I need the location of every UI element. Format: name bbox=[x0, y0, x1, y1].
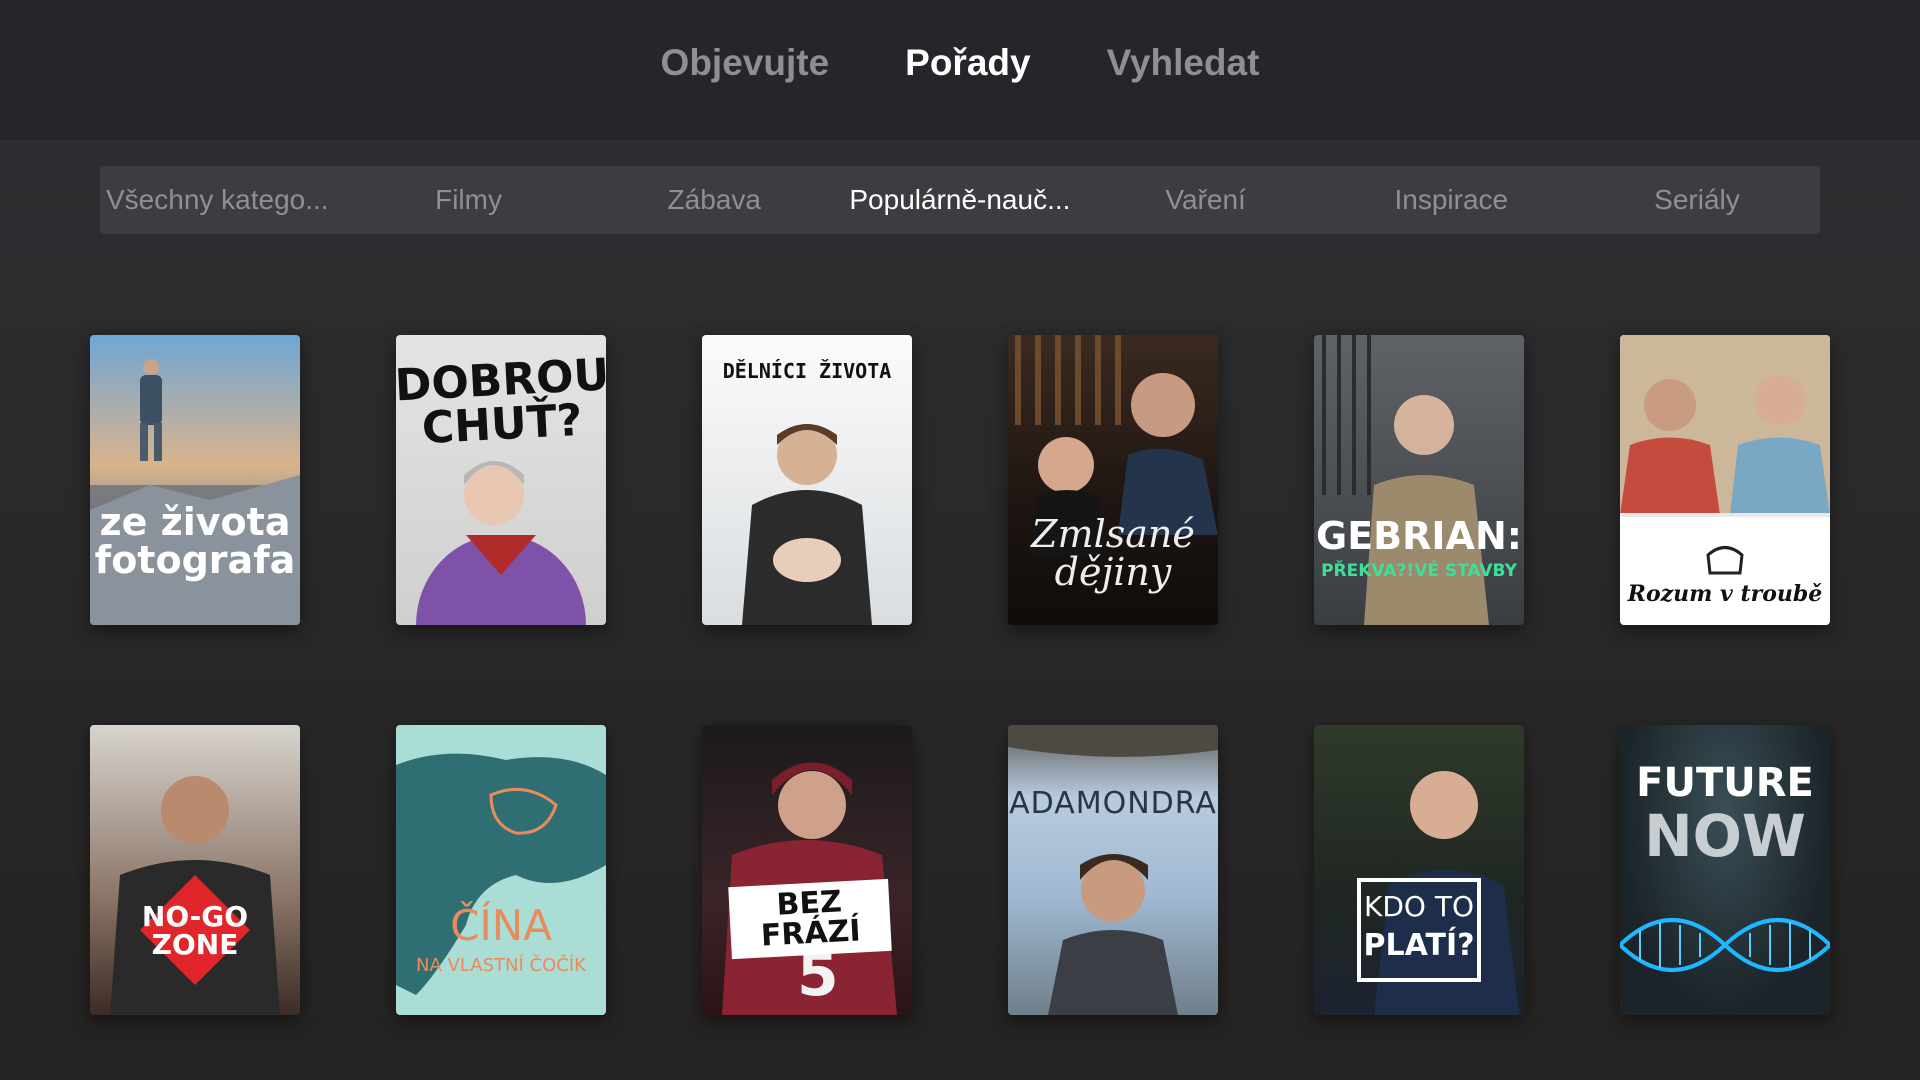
poster-title: ADAMONDRA bbox=[1009, 786, 1217, 821]
show-poster-future-now[interactable]: FUTURE NOW bbox=[1620, 725, 1830, 1015]
poster-title: Zmlsané dějiny bbox=[1031, 512, 1195, 594]
show-poster-gebrian[interactable]: GEBRIAN: PŘEKVA?!VÉ STAVBY bbox=[1314, 335, 1524, 625]
presenter-portrait-icon bbox=[1357, 771, 1519, 1015]
category-filmy[interactable]: Filmy bbox=[346, 184, 592, 216]
category-all[interactable]: Všechny katego... bbox=[100, 184, 346, 216]
show-poster-dobrou-chut[interactable]: DOBROU CHUŤ? bbox=[396, 335, 606, 625]
category-popularne-naucne[interactable]: Populárně-nauč... bbox=[837, 184, 1083, 216]
category-zabava[interactable]: Zábava bbox=[591, 184, 837, 216]
poster-title: BEZ FRÁZÍ bbox=[728, 878, 892, 960]
tab-porady[interactable]: Pořady bbox=[905, 42, 1030, 84]
category-serialy[interactable]: Seriály bbox=[1574, 184, 1820, 216]
architect-portrait-icon bbox=[1322, 335, 1489, 625]
category-bar: Všechny katego... Filmy Zábava Populárně… bbox=[100, 166, 1820, 234]
show-poster-ze-zivota-fotografa[interactable]: ze života fotografa bbox=[90, 335, 300, 625]
poster-title: DĚLNÍCI ŽIVOTA bbox=[722, 359, 892, 383]
poster-subtitle: PLATÍ? bbox=[1363, 928, 1475, 963]
poster-title: KDO TO bbox=[1363, 890, 1474, 923]
poster-title: ČÍNA bbox=[450, 901, 552, 950]
tab-objevujte[interactable]: Objevujte bbox=[661, 42, 830, 84]
poster-subtitle: NOW bbox=[1644, 802, 1806, 870]
poster-subtitle: NA VLASTNÍ ČOČÍK bbox=[416, 955, 586, 976]
category-inspirace[interactable]: Inspirace bbox=[1328, 184, 1574, 216]
show-poster-delnici-zivota[interactable]: DĚLNÍCI ŽIVOTA bbox=[702, 335, 912, 625]
poster-title: FUTURE bbox=[1636, 760, 1814, 806]
poster-subtitle: PŘEKVA?!VÉ STAVBY bbox=[1321, 561, 1517, 581]
climber-portrait-icon bbox=[1008, 725, 1218, 1015]
show-poster-no-go-zone[interactable]: NO-GO ZONE bbox=[90, 725, 300, 1015]
category-vareni[interactable]: Vaření bbox=[1083, 184, 1329, 216]
top-bar: Objevujte Pořady Vyhledat bbox=[0, 0, 1920, 140]
hockey-player-icon: 5 bbox=[722, 762, 897, 1015]
poster-title: GEBRIAN: bbox=[1316, 514, 1522, 558]
poster-title: NO-GO ZONE bbox=[141, 900, 249, 961]
show-poster-zmlsane-dejiny[interactable]: Zmlsané dějiny bbox=[1008, 335, 1218, 625]
show-poster-bez-frazi[interactable]: 5 BEZ FRÁZÍ bbox=[702, 725, 912, 1015]
top-navigation: Objevujte Pořady Vyhledat bbox=[0, 42, 1920, 84]
show-poster-adamondra[interactable]: ADAMONDRA bbox=[1008, 725, 1218, 1015]
show-poster-cina[interactable]: ČÍNA NA VLASTNÍ ČOČÍK bbox=[396, 725, 606, 1015]
poster-title: DOBROU CHUŤ? bbox=[396, 349, 606, 455]
show-poster-rozum-v-troube[interactable]: Rozum v troubě bbox=[1620, 335, 1830, 625]
reporter-portrait-icon bbox=[110, 776, 280, 1015]
tab-vyhledat[interactable]: Vyhledat bbox=[1107, 42, 1260, 84]
poster-title: ze života fotografa bbox=[94, 500, 296, 582]
poster-title: Rozum v troubě bbox=[1627, 581, 1823, 607]
show-poster-kdo-to-plati[interactable]: KDO TO PLATÍ? bbox=[1314, 725, 1524, 1015]
